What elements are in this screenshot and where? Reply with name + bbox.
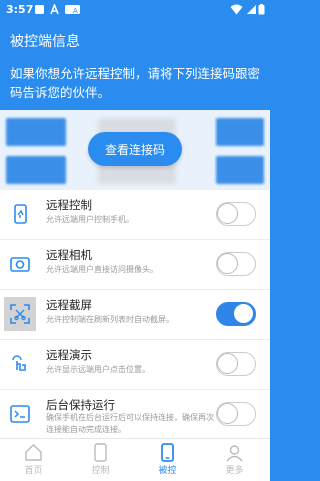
feature-name: 后台保持运行 — [46, 398, 115, 412]
feature-item-remote-camera: 远程相机 允许远端用户直接访问摄像头。 — [0, 240, 270, 290]
terminal-icon — [4, 397, 36, 431]
remote-control-toggle[interactable] — [216, 202, 256, 226]
notification-icon — [35, 5, 44, 14]
home-icon — [25, 444, 42, 461]
connection-code-masked — [6, 118, 66, 146]
camera-icon — [4, 247, 36, 281]
connection-code-masked-right — [216, 118, 264, 146]
feature-name: 远程演示 — [46, 348, 92, 362]
feature-item-background-run: 后台保持运行 确保手机在后台运行后可以保持连接，确保再次连接能自动完成连接。 — [0, 390, 270, 438]
touch-demo-icon — [4, 347, 36, 381]
banner-text: 如果你想允许远程控制，请将下列连接码跟密码告诉您的伙伴。 — [10, 66, 261, 100]
tab-more[interactable]: 更多 — [201, 439, 268, 481]
remote-screenshot-toggle[interactable] — [216, 302, 256, 326]
toggle-knob — [217, 353, 238, 374]
toggle-knob — [217, 253, 238, 274]
toggle-knob — [217, 203, 238, 224]
screenshot-icon — [4, 297, 36, 331]
more-icon — [226, 445, 243, 462]
controlled-icon — [161, 443, 174, 462]
feature-desc: 允许控制端在刷新列表时自动截屏。 — [46, 315, 174, 324]
tab-controlled[interactable]: 被控 — [134, 439, 201, 481]
toggle-knob — [233, 303, 254, 324]
feature-item-remote-control: 远程控制 允许远端用户控制手机。 — [0, 190, 270, 240]
bottom-tab-bar: 首页 控制 被控 更多 — [0, 438, 270, 481]
remote-demo-toggle[interactable] — [216, 352, 256, 376]
feature-desc: 允许显示远端用户点击位置。 — [46, 365, 150, 374]
background-run-toggle[interactable] — [216, 402, 256, 426]
control-icon — [94, 443, 107, 462]
feature-list: 远程控制 允许远端用户控制手机。 远程相机 允许远端用户直接访问摄像头。 远程截… — [0, 190, 270, 438]
feature-name: 远程控制 — [46, 198, 92, 212]
toggle-knob — [217, 403, 238, 424]
tab-label: 控制 — [91, 466, 110, 476]
feature-desc: 允许远端用户直接访问摄像头。 — [46, 265, 158, 274]
password-masked-right — [216, 156, 264, 184]
feature-item-remote-screenshot: 远程截屏 允许控制端在刷新列表时自动截屏。 — [0, 290, 270, 340]
remote-camera-toggle[interactable] — [216, 252, 256, 276]
feature-desc: 确保手机在后台运行后可以保持连接，确保再次连接能自动完成连接。 — [46, 413, 214, 434]
svg-text:A: A — [73, 7, 78, 15]
tab-home[interactable]: 首页 — [0, 439, 67, 481]
wifi-icon — [230, 4, 243, 15]
tab-label: 更多 — [225, 466, 244, 476]
password-masked — [6, 156, 66, 184]
feature-item-remote-demo: 远程演示 允许显示远端用户点击位置。 — [0, 340, 270, 390]
app-a-icon — [50, 4, 59, 15]
page-title: 被控端信息 — [10, 34, 80, 50]
feature-name: 远程截屏 — [46, 298, 92, 312]
status-bar: 3:57 A — [0, 0, 270, 20]
header: 被控端信息 — [0, 20, 270, 60]
tab-label: 被控 — [158, 466, 177, 476]
signal-icon — [247, 5, 256, 14]
battery-icon — [258, 4, 265, 15]
feature-desc: 允许远端用户控制手机。 — [46, 215, 134, 224]
info-banner: 如果你想允许远程控制，请将下列连接码跟密码告诉您的伙伴。 — [0, 60, 270, 110]
feature-name: 远程相机 — [46, 248, 92, 262]
tab-label: 首页 — [24, 466, 43, 476]
status-time: 3:57 — [6, 3, 34, 16]
app-b-icon: A — [71, 5, 80, 15]
view-connection-code-button[interactable]: 查看连接码 — [88, 132, 182, 166]
phone-remote-icon — [4, 197, 36, 231]
tab-control[interactable]: 控制 — [67, 439, 134, 481]
